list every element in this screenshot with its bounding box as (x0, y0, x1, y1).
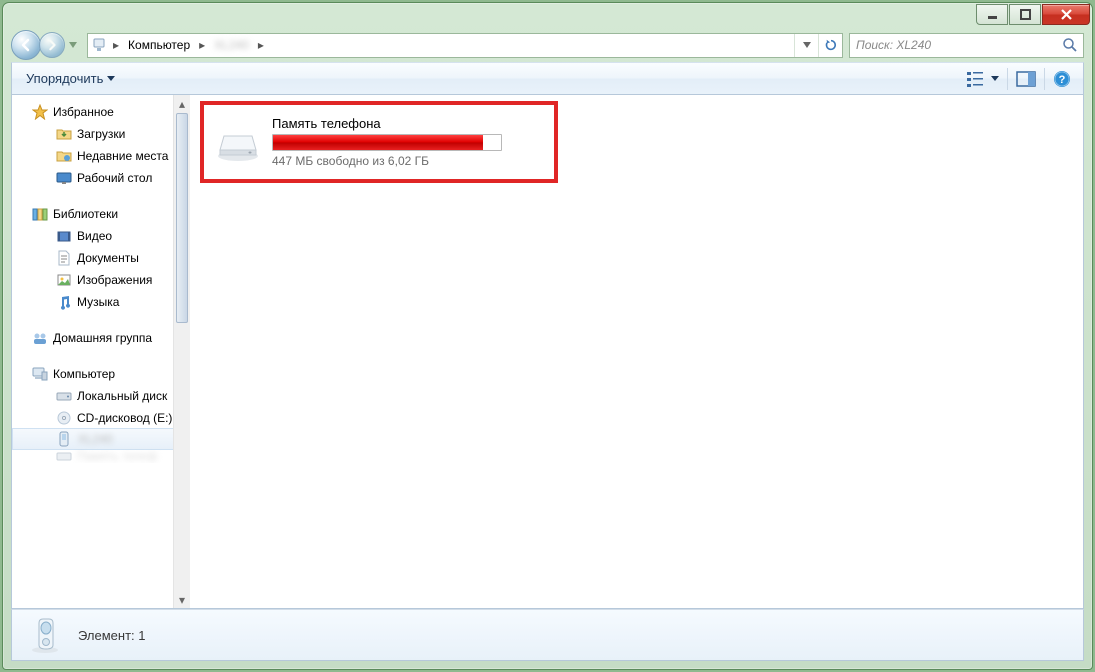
content-pane[interactable]: Память телефона 447 МБ свободно из 6,02 … (190, 95, 1083, 608)
tree-label: Домашняя группа (53, 331, 152, 345)
help-button[interactable]: ? (1049, 67, 1075, 91)
tree-libraries[interactable]: Библиотеки (12, 203, 190, 225)
tree-label: XL240 (78, 432, 113, 446)
tree-homegroup[interactable]: Домашняя группа (12, 327, 190, 349)
device-icon (57, 431, 73, 447)
tree-video[interactable]: Видео (12, 225, 190, 247)
tree-recent[interactable]: Недавние места (12, 145, 190, 167)
drive-icon (56, 449, 72, 463)
breadcrumb-computer[interactable]: Компьютер (123, 34, 195, 57)
tree-localdisk[interactable]: Локальный диск (12, 385, 190, 407)
document-icon (56, 250, 72, 266)
toolbar-separator (1044, 68, 1045, 90)
folder-download-icon (56, 126, 72, 142)
tree-label: Видео (77, 229, 112, 243)
search-input[interactable]: Поиск: XL240 (849, 33, 1084, 58)
preview-pane-button[interactable] (1012, 67, 1040, 91)
tree-label: Компьютер (53, 367, 115, 381)
status-text: Элемент: 1 (78, 628, 145, 643)
nav-buttons (11, 30, 81, 60)
tree-label: Загрузки (77, 127, 125, 141)
tree-label: Локальный диск (77, 389, 167, 403)
device-icon (91, 36, 109, 54)
cd-icon (56, 410, 72, 426)
close-button[interactable] (1042, 4, 1090, 25)
tree-label: Музыка (77, 295, 119, 309)
sidebar-scrollbar[interactable]: ▴ ▾ (173, 95, 190, 608)
toolbar: Упорядочить (11, 62, 1084, 95)
view-mode-button[interactable] (962, 67, 1003, 91)
nav-history-dropdown[interactable] (65, 34, 81, 56)
drive-capacity-bar (272, 134, 502, 151)
forward-button[interactable] (39, 32, 65, 58)
tree-music[interactable]: Музыка (12, 291, 190, 313)
tree-downloads[interactable]: Загрузки (12, 123, 190, 145)
breadcrumb-arrow-icon[interactable]: ▸ (254, 34, 268, 57)
desktop-icon (56, 170, 72, 186)
toolbar-right: ? (962, 67, 1075, 91)
organize-menu[interactable]: Упорядочить (20, 68, 121, 89)
tree-computer[interactable]: Компьютер (12, 363, 190, 385)
music-icon (56, 294, 72, 310)
maximize-button[interactable] (1009, 4, 1041, 25)
scroll-down-icon[interactable]: ▾ (174, 591, 190, 608)
tree-label: Память телеф (77, 449, 157, 463)
status-bar: Элемент: 1 (11, 609, 1084, 661)
computer-icon (32, 366, 48, 382)
search-placeholder: Поиск: XL240 (856, 38, 931, 52)
drive-info: Память телефона 447 МБ свободно из 6,02 … (272, 116, 544, 168)
minimize-button[interactable] (976, 4, 1008, 25)
svg-text:?: ? (1059, 74, 1066, 86)
tree-pictures[interactable]: Изображения (12, 269, 190, 291)
phone-storage-icon (214, 118, 262, 166)
tree-desktop[interactable]: Рабочий стол (12, 167, 190, 189)
toolbar-separator (1007, 68, 1008, 90)
breadcrumb-arrow-icon[interactable]: ▸ (109, 34, 123, 57)
drive-item-highlighted[interactable]: Память телефона 447 МБ свободно из 6,02 … (200, 101, 558, 183)
address-dropdown-button[interactable] (794, 34, 818, 57)
window-frame: ▸ Компьютер ▸ XL240 ▸ Поиск: XL240 Упоря… (2, 2, 1093, 670)
window-controls (976, 4, 1090, 25)
refresh-button[interactable] (818, 34, 842, 57)
pictures-icon (56, 272, 72, 288)
tree-label: Библиотеки (53, 207, 118, 221)
libraries-icon (32, 206, 48, 222)
tree-label: Изображения (77, 273, 152, 287)
address-bar[interactable]: ▸ Компьютер ▸ XL240 ▸ (87, 33, 843, 58)
scrollbar-thumb[interactable] (176, 113, 188, 323)
drive-name: Память телефона (272, 116, 544, 131)
homegroup-icon (32, 330, 48, 346)
tree-label: Недавние места (77, 149, 168, 163)
breadcrumb-arrow-icon[interactable]: ▸ (195, 34, 209, 57)
tree-favorites[interactable]: Избранное (12, 101, 190, 123)
drive-capacity-fill (273, 135, 483, 150)
search-icon (1062, 37, 1078, 56)
organize-label: Упорядочить (26, 71, 103, 86)
address-bar-actions (794, 34, 842, 57)
recent-icon (56, 148, 72, 164)
disk-icon (56, 388, 72, 404)
tree-item-partial[interactable]: Память телеф (12, 449, 190, 463)
tree-device-selected[interactable]: XL240 (12, 428, 190, 450)
status-device-icon (24, 614, 66, 656)
video-icon (56, 228, 72, 244)
tree-label: Избранное (53, 105, 114, 119)
tree-label: Документы (77, 251, 139, 265)
tree-cddrive[interactable]: CD-дисковод (E:) (12, 407, 190, 429)
main-area: Избранное Загрузки Недавние места Рабочи… (11, 95, 1084, 609)
tree-documents[interactable]: Документы (12, 247, 190, 269)
navigation-pane: Избранное Загрузки Недавние места Рабочи… (12, 95, 190, 608)
back-button[interactable] (11, 30, 41, 60)
titlebar (11, 4, 1090, 26)
breadcrumb-device[interactable]: XL240 (209, 34, 254, 57)
star-icon (32, 104, 48, 120)
tree-label: CD-дисковод (E:) (77, 411, 172, 425)
scroll-up-icon[interactable]: ▴ (174, 95, 190, 112)
drive-status: 447 МБ свободно из 6,02 ГБ (272, 154, 544, 168)
navigation-row: ▸ Компьютер ▸ XL240 ▸ Поиск: XL240 (11, 28, 1084, 62)
tree-label: Рабочий стол (77, 171, 152, 185)
